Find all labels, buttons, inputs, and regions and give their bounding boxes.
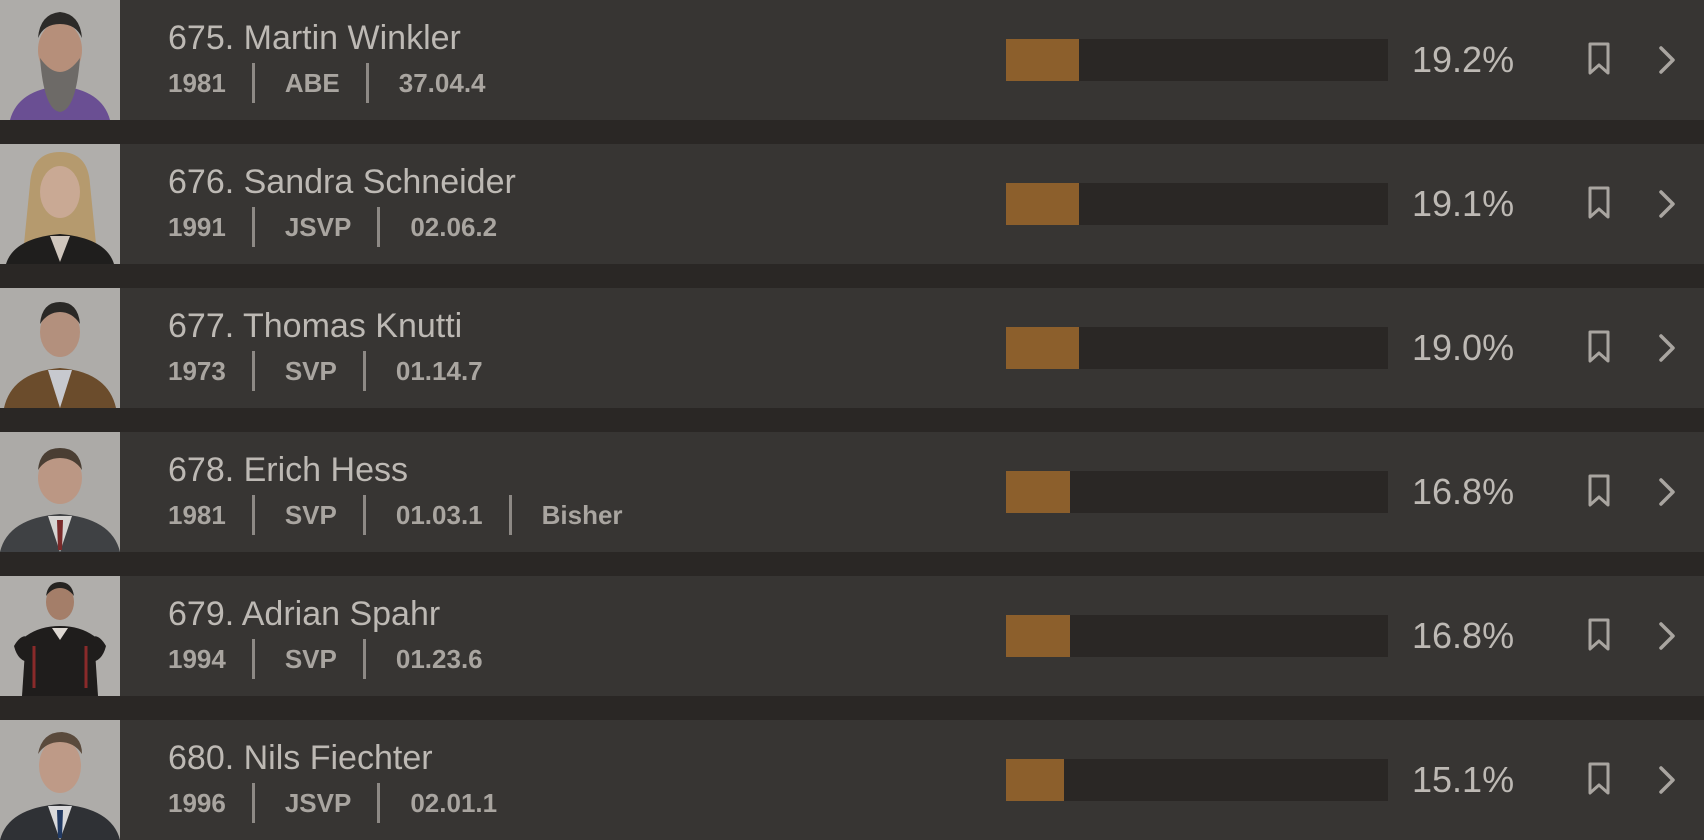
candidate-row[interactable]: 679. Adrian Spahr 1994 SVP 01.23.6 16.8% (0, 576, 1704, 696)
vote-share-bar-fill (1006, 327, 1079, 369)
chevron-right-icon[interactable] (1656, 620, 1678, 652)
vote-share-bar-fill (1006, 39, 1080, 81)
vote-share-percent: 19.1% (1412, 183, 1515, 224)
chevron-right-icon[interactable] (1656, 332, 1678, 364)
chevron-right-icon[interactable] (1656, 764, 1678, 796)
chevron-right-icon[interactable] (1656, 188, 1678, 220)
vote-share-bar-fill (1006, 471, 1071, 513)
candidate-row[interactable]: 677. Thomas Knutti 1973 SVP 01.14.7 19.0… (0, 288, 1704, 408)
separator (508, 495, 512, 535)
candidate-list-code: 02.01.1 (410, 787, 498, 818)
candidate-list-code: 01.23.6 (395, 643, 483, 674)
vote-share-bar (1006, 327, 1388, 369)
bookmark-icon[interactable] (1587, 330, 1611, 364)
candidate-list-code: 37.04.4 (398, 67, 486, 98)
vote-share-percent: 15.1% (1412, 759, 1515, 800)
candidate-party: ABE (284, 67, 340, 98)
vote-share-bar (1006, 183, 1388, 225)
candidate-name: 678. Erich Hess (168, 451, 408, 489)
candidate-photo (0, 288, 120, 408)
candidate-row[interactable]: 676. Sandra Schneider 1991 JSVP 02.06.2 … (0, 144, 1704, 264)
candidate-meta: 1973 SVP 01.14.7 (168, 351, 483, 391)
bookmark-icon[interactable] (1587, 474, 1611, 508)
candidate-meta: 1981 ABE 37.04.4 (168, 63, 486, 103)
separator (251, 495, 255, 535)
candidate-name: 677. Thomas Knutti (168, 307, 463, 345)
vote-share-bar-fill (1006, 615, 1071, 657)
candidate-year: 1973 (168, 355, 226, 386)
candidate-photo (0, 144, 120, 264)
vote-share-bar (1006, 39, 1388, 81)
candidate-meta: 1981 SVP 01.03.1 Bisher (168, 495, 623, 535)
chevron-right-icon[interactable] (1656, 476, 1678, 508)
candidate-photo (0, 0, 120, 120)
candidate-year: 1981 (168, 499, 226, 530)
vote-share-percent: 16.8% (1412, 615, 1515, 656)
candidate-name: 676. Sandra Schneider (168, 163, 516, 201)
separator (377, 783, 381, 823)
vote-share-bar (1006, 471, 1388, 513)
candidate-list-code: 02.06.2 (410, 211, 498, 242)
bookmark-icon[interactable] (1587, 42, 1611, 76)
candidate-photo (0, 720, 120, 840)
separator (251, 639, 255, 679)
vote-share-bar (1006, 615, 1388, 657)
candidate-status-badge: Bisher (541, 499, 623, 530)
candidate-row[interactable]: 680. Nils Fiechter 1996 JSVP 02.01.1 15.… (0, 720, 1704, 840)
bookmark-icon[interactable] (1587, 762, 1611, 796)
candidate-meta: 1996 JSVP 02.01.1 (168, 783, 498, 823)
candidate-row[interactable]: 678. Erich Hess 1981 SVP 01.03.1 Bisher … (0, 432, 1704, 552)
bookmark-icon[interactable] (1587, 618, 1611, 652)
candidate-meta: 1994 SVP 01.23.6 (168, 639, 483, 679)
candidate-party: SVP (284, 499, 337, 530)
separator (251, 63, 255, 103)
candidate-year: 1981 (168, 67, 226, 98)
bookmark-icon[interactable] (1587, 186, 1611, 220)
candidate-photo (0, 576, 120, 696)
vote-share-percent: 16.8% (1412, 471, 1515, 512)
candidate-name: 679. Adrian Spahr (168, 595, 441, 633)
candidate-list-code: 01.03.1 (395, 499, 483, 530)
separator (251, 783, 255, 823)
candidate-party: JSVP (284, 211, 352, 242)
candidate-row[interactable]: 675. Martin Winkler 1981 ABE 37.04.4 19.… (0, 0, 1704, 120)
vote-share-percent: 19.2% (1412, 39, 1515, 80)
candidate-photo (0, 432, 120, 552)
vote-share-bar-fill (1006, 759, 1064, 801)
vote-share-bar-fill (1006, 183, 1079, 225)
vote-share-bar (1006, 759, 1388, 801)
separator (251, 351, 255, 391)
separator (251, 207, 255, 247)
candidate-list-code: 01.14.7 (395, 355, 483, 386)
candidate-name: 675. Martin Winkler (168, 19, 461, 57)
candidate-list: 675. Martin Winkler 1981 ABE 37.04.4 19.… (0, 0, 1704, 840)
separator (365, 63, 369, 103)
candidate-year: 1994 (168, 643, 226, 674)
candidate-year: 1996 (168, 787, 226, 818)
separator (362, 351, 366, 391)
separator (362, 495, 366, 535)
chevron-right-icon[interactable] (1656, 44, 1678, 76)
separator (377, 207, 381, 247)
separator (362, 639, 366, 679)
candidate-party: SVP (284, 643, 337, 674)
candidate-name: 680. Nils Fiechter (168, 739, 433, 777)
candidate-party: SVP (284, 355, 337, 386)
candidate-year: 1991 (168, 211, 226, 242)
vote-share-percent: 19.0% (1412, 327, 1515, 368)
candidate-meta: 1991 JSVP 02.06.2 (168, 207, 498, 247)
candidate-party: JSVP (284, 787, 352, 818)
